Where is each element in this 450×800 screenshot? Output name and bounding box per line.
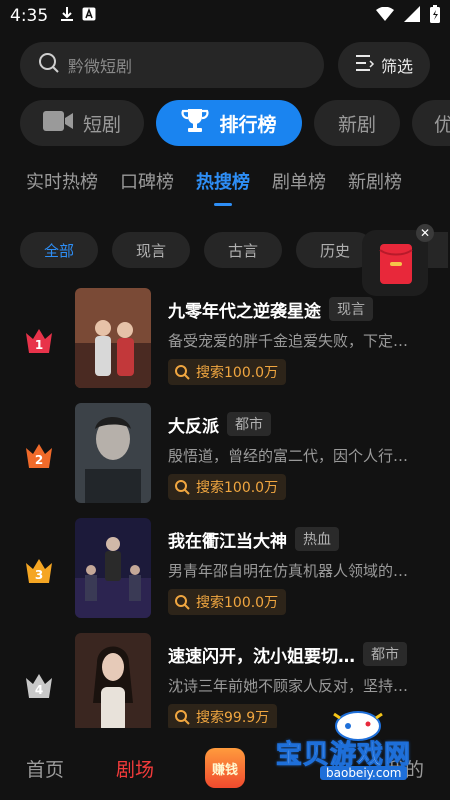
drama-title[interactable]: 九零年代之逆袭星途 [168,297,321,322]
tab-new-drama[interactable]: 新剧 [314,100,400,146]
rank-tab-reputation[interactable]: 口碑榜 [120,168,174,208]
drama-poster[interactable] [75,633,151,728]
rank-tab-hot-search[interactable]: 热搜榜 [196,168,250,208]
tab-premium[interactable]: 优 [412,100,450,146]
tab-label: 短剧 [82,113,121,136]
category-tabs: 短剧 排行榜 新剧 优 [20,100,450,148]
bottom-nav: 首页 剧场 赚钱 我的 [0,736,450,800]
rank-number: 4 [34,683,44,697]
tab-label: 优 [434,113,450,136]
list-item[interactable]: 3 我在衢江当大神 热血 男青年邵自明在仿真机器人领域的… 搜索100.0万 [0,518,450,633]
signal-icon [404,5,420,27]
search-heat-text: 搜索100.0万 [196,480,279,496]
nav-mine[interactable]: 我的 [360,755,450,782]
search-heat-badge: 搜索100.0万 [168,474,287,500]
drama-ranking-list: 1 九零年代之逆袭星途 现言 备受宠爱的胖千金追爱失败，下定… 搜索100.0万 [0,288,450,728]
search-heat-text: 搜索100.0万 [196,595,279,611]
search-input[interactable]: 黔微短剧 [20,42,324,88]
rank-crown-badge: 1 [24,325,54,355]
search-row: 黔微短剧 筛选 [20,42,430,88]
app-notification-icon [82,6,96,26]
list-item[interactable]: 4 速速闪开，沈小姐要切… 都市 沈诗三年前她不顾家人反对，坚持… 搜索99.9… [0,633,450,728]
download-icon [60,6,74,27]
drama-poster[interactable] [75,288,151,388]
filter-label: 筛选 [380,57,413,76]
drama-poster[interactable] [75,518,151,618]
search-heat-text: 搜索100.0万 [196,365,279,381]
rank-number: 3 [34,568,44,582]
drama-info: 大反派 都市 殷悟道，曾经的富二代，因个人行… 搜索100.0万 [168,411,428,500]
search-heat-badge: 搜索100.0万 [168,589,287,615]
drama-info: 九零年代之逆袭星途 现言 备受宠爱的胖千金追爱失败，下定… 搜索100.0万 [168,296,428,385]
floating-red-envelope-ad[interactable]: ✕ [362,224,434,296]
drama-title[interactable]: 我在衢江当大神 [168,527,287,552]
drama-description: 备受宠爱的胖千金追爱失败，下定… [168,332,409,350]
genre-tag: 现言 [329,297,373,321]
drama-title[interactable]: 大反派 [168,412,219,437]
battery-icon [430,4,440,28]
genre-tag: 都市 [363,642,407,666]
status-time: 4:35 [10,6,49,26]
drama-description: 沈诗三年前她不顾家人反对，坚持… [168,677,409,695]
genre-tag: 都市 [227,412,271,436]
rank-crown-badge: 3 [24,555,54,585]
tab-short-drama[interactable]: 短剧 [20,100,144,146]
search-heat-badge: 搜索100.0万 [168,359,287,385]
rank-number: 1 [34,338,44,352]
rank-tab-playlist[interactable]: 剧单榜 [272,168,326,208]
rank-tab-new[interactable]: 新剧榜 [348,168,402,208]
nav-theater[interactable]: 剧场 [90,755,180,782]
genre-chip-modern[interactable]: 现言 [112,232,190,268]
status-bar: 4:35 [0,0,450,32]
drama-description: 男青年邵自明在仿真机器人领域的… [168,562,409,580]
earn-icon: 赚钱 [205,748,245,788]
trophy-icon [181,108,209,139]
drama-info: 速速闪开，沈小姐要切… 都市 沈诗三年前她不顾家人反对，坚持… 搜索99.9万 [168,641,428,728]
list-item[interactable]: 2 大反派 都市 殷悟道，曾经的富二代，因个人行… 搜索100.0万 [0,403,450,518]
drama-title[interactable]: 速速闪开，沈小姐要切… [168,642,355,667]
search-placeholder: 黔微短剧 [68,57,133,76]
nav-home[interactable]: 首页 [0,755,90,782]
drama-info: 我在衢江当大神 热血 男青年邵自明在仿真机器人领域的… 搜索100.0万 [168,526,428,615]
search-icon [175,480,190,495]
nav-earn[interactable]: 赚钱 [180,748,270,788]
search-icon [175,365,190,380]
genre-chip-ancient[interactable]: 古言 [204,232,282,268]
tab-label: 排行榜 [219,113,277,136]
filter-icon [355,54,375,76]
rank-number: 2 [34,453,44,467]
close-icon[interactable]: ✕ [416,224,434,242]
search-icon [175,595,190,610]
search-icon [38,52,60,78]
genre-tag: 热血 [295,527,339,551]
rank-crown-badge: 4 [24,670,54,700]
genre-chip-all[interactable]: 全部 [20,232,98,268]
video-camera-icon [42,110,73,137]
list-item[interactable]: 1 九零年代之逆袭星途 现言 备受宠爱的胖千金追爱失败，下定… 搜索100.0万 [0,288,450,403]
rank-crown-badge: 2 [24,440,54,470]
search-heat-badge: 搜索99.9万 [168,704,278,728]
drama-poster[interactable] [75,403,151,503]
ranking-tabs: 实时热榜 口碑榜 热搜榜 剧单榜 新剧榜 [26,168,450,208]
drama-description: 殷悟道，曾经的富二代，因个人行… [168,447,409,465]
search-heat-text: 搜索99.9万 [196,710,270,726]
rank-tab-realtime[interactable]: 实时热榜 [26,168,98,208]
tab-ranking[interactable]: 排行榜 [156,100,302,146]
tab-label: 新剧 [337,113,376,136]
filter-button[interactable]: 筛选 [338,42,430,88]
wifi-icon [376,6,394,26]
search-icon [175,710,190,725]
